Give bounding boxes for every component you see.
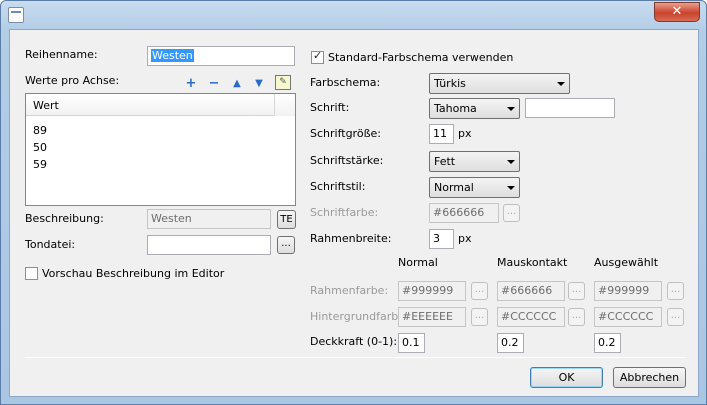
border-color-label: Rahmenfarbe:	[310, 284, 389, 297]
border-color-hover-input[interactable]: #666666	[497, 281, 565, 301]
sound-browse-button[interactable]: ...	[277, 236, 295, 254]
column-selected-header: Ausgewählt	[594, 256, 659, 269]
edit-icon[interactable]: ✎	[275, 75, 291, 90]
cancel-button[interactable]: Abbrechen	[613, 367, 686, 388]
border-width-unit: px	[458, 232, 472, 245]
standard-scheme-checkbox[interactable]	[311, 49, 324, 64]
values-label: Werte pro Achse:	[25, 74, 120, 87]
border-color-normal-button[interactable]: ...	[471, 282, 488, 300]
sound-label: Tondatei:	[25, 238, 76, 251]
fontcolor-input[interactable]: #666666	[429, 203, 499, 223]
arrow-up-icon[interactable]: ▲	[230, 77, 244, 91]
font-extra-input[interactable]	[525, 98, 615, 118]
preview-checkbox[interactable]	[25, 267, 38, 280]
bg-color-label: Hintergrundfarbe:	[310, 310, 409, 323]
scheme-value: Türkis	[434, 77, 466, 90]
column-normal-header: Normal	[398, 256, 438, 269]
chevron-down-icon	[507, 107, 515, 111]
fontstyle-label: Schriftstil:	[310, 180, 366, 193]
description-input[interactable]: Westen	[147, 209, 271, 229]
list-item[interactable]: 59	[33, 158, 47, 171]
border-color-selected-input[interactable]: #999999	[594, 281, 662, 301]
list-header-label: Wert	[33, 99, 59, 112]
fontsize-unit: px	[458, 127, 472, 140]
title-bar[interactable]: ✕	[1, 1, 706, 29]
list-header-filler	[274, 94, 295, 116]
opacity-selected-input[interactable]: 0.2	[594, 333, 621, 353]
fontstyle-value: Normal	[434, 181, 474, 194]
dialog-window: ✕ Reihenname: Westen Werte pro Achse: + …	[0, 0, 707, 405]
list-item[interactable]: 89	[33, 124, 47, 137]
fontstyle-select[interactable]: Normal	[429, 177, 520, 198]
series-name-input[interactable]: Westen	[147, 46, 295, 66]
sound-input[interactable]	[147, 235, 271, 255]
border-color-selected-button[interactable]: ...	[667, 282, 684, 300]
app-icon	[8, 7, 24, 23]
border-color-normal-input[interactable]: #999999	[398, 281, 466, 301]
scheme-select[interactable]: Türkis	[429, 73, 570, 94]
bg-color-selected-button[interactable]: ...	[667, 308, 684, 326]
font-value: Tahoma	[434, 102, 477, 115]
fontsize-label: Schriftgröße:	[310, 127, 381, 140]
scheme-label: Farbschema:	[310, 76, 381, 89]
te-button[interactable]: TE	[277, 210, 296, 229]
description-label: Beschreibung:	[25, 212, 104, 225]
opacity-normal-input[interactable]: 0.1	[398, 333, 425, 353]
arrow-down-icon[interactable]: ▼	[252, 77, 266, 91]
border-width-input[interactable]: 3	[429, 229, 454, 249]
fontweight-select[interactable]: Fett	[429, 151, 520, 172]
bg-color-hover-button[interactable]: ...	[568, 308, 585, 326]
column-hover-header: Mauskontakt	[497, 256, 568, 269]
fontcolor-browse-button[interactable]: ...	[503, 204, 520, 222]
chevron-down-icon	[507, 186, 515, 190]
font-select[interactable]: Tahoma	[429, 98, 520, 119]
bg-color-selected-input[interactable]: #CCCCCC	[594, 307, 662, 327]
series-name-value: Westen	[151, 49, 194, 62]
bg-color-hover-input[interactable]: #CCCCCC	[497, 307, 565, 327]
ok-button[interactable]: OK	[530, 367, 603, 388]
fontsize-input[interactable]: 11	[429, 124, 454, 144]
opacity-hover-input[interactable]: 0.2	[497, 333, 524, 353]
font-label: Schrift:	[310, 101, 350, 114]
fontweight-value: Fett	[434, 155, 456, 168]
fontweight-label: Schriftstärke:	[310, 154, 384, 167]
bg-color-normal-input[interactable]: #EEEEEE	[398, 307, 466, 327]
footer-divider	[25, 357, 685, 358]
plus-icon[interactable]: +	[184, 77, 198, 91]
minus-icon[interactable]: −	[207, 77, 221, 91]
values-list[interactable]: Wert 89 50 59	[25, 93, 296, 206]
bg-color-normal-button[interactable]: ...	[471, 308, 488, 326]
dialog-client-area: Reihenname: Westen Werte pro Achse: + − …	[9, 29, 699, 397]
border-color-hover-button[interactable]: ...	[568, 282, 585, 300]
series-name-label: Reihenname:	[25, 48, 98, 61]
opacity-label: Deckkraft (0-1):	[310, 335, 398, 348]
chevron-down-icon	[507, 160, 515, 164]
standard-scheme-label: Standard-Farbschema verwenden	[328, 51, 514, 64]
list-item[interactable]: 50	[33, 141, 47, 154]
preview-checkbox-label: Vorschau Beschreibung im Editor	[42, 267, 225, 280]
border-width-label: Rahmenbreite:	[310, 232, 392, 245]
close-button[interactable]: ✕	[654, 2, 700, 22]
chevron-down-icon	[557, 82, 565, 86]
fontcolor-label: Schriftfarbe:	[310, 206, 379, 219]
list-header[interactable]: Wert	[26, 94, 274, 116]
